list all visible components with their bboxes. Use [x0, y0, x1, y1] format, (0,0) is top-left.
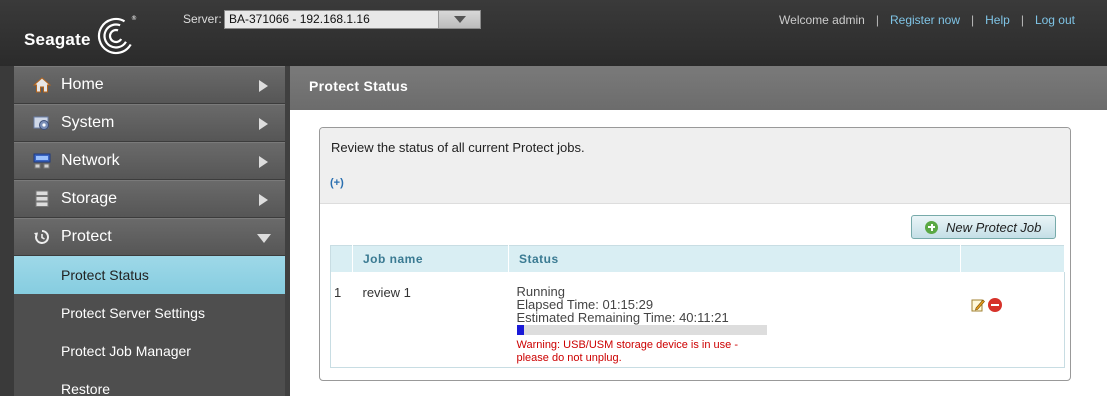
panel-description: Review the status of all current Protect… — [331, 140, 585, 155]
sidebar-subitem-protect-status[interactable]: Protect Status — [14, 256, 285, 294]
sidebar-item-protect[interactable]: Protect — [14, 218, 285, 256]
row-status-cell: Running Elapsed Time: 01:15:29 Estimated… — [509, 272, 961, 368]
sidebar-subitem-restore[interactable]: Restore — [14, 370, 285, 396]
column-header-job-name[interactable]: Job name — [352, 245, 509, 272]
remaining-time: Estimated Remaining Time: 40:11:21 — [516, 309, 729, 325]
brand-name: Seagate — [24, 30, 91, 49]
top-bar: Seagate ® Server: BA-371066 - 192.168.1.… — [0, 0, 1107, 66]
column-header-status[interactable]: Status — [508, 245, 961, 272]
sidebar-item-label: Home — [61, 76, 104, 93]
content-area: Review the status of all current Protect… — [290, 110, 1107, 396]
protect-status-panel: Review the status of all current Protect… — [319, 127, 1071, 381]
expand-link[interactable]: (+) — [330, 177, 344, 189]
sidebar-subitem-label: Restore — [61, 381, 111, 396]
storage-icon — [35, 190, 49, 207]
sidebar-subitem-label: Protect Status — [61, 267, 149, 283]
sidebar-item-home[interactable]: Home — [14, 66, 285, 104]
welcome-text: Welcome admin — [779, 13, 865, 27]
sidebar-subitem-protect-job-manager[interactable]: Protect Job Manager — [14, 332, 285, 370]
chevron-right-icon — [259, 156, 268, 168]
sidebar-item-label: Storage — [61, 190, 118, 207]
link-separator: | — [971, 13, 975, 27]
system-icon — [33, 116, 49, 130]
row-actions — [961, 285, 1065, 312]
sidebar-item-label: System — [61, 114, 115, 131]
delete-icon[interactable] — [987, 297, 1002, 312]
column-header-index — [330, 245, 353, 272]
elapsed-time: Elapsed Time: 01:15:29 — [516, 296, 654, 312]
row-job-name: review 1 — [362, 284, 411, 300]
jobs-table: Job name Status 1 review 1 Running Elaps… — [330, 245, 1065, 368]
warning-message: Warning: USB/USM storage device is in us… — [516, 338, 739, 364]
server-select-value: BA-371066 - 192.168.1.16 — [229, 12, 370, 26]
table-header-row: Job name Status — [330, 245, 1065, 272]
chevron-down-icon[interactable] — [438, 11, 480, 28]
row-index: 1 — [334, 284, 342, 300]
sidebar-subitem-label: Protect Job Manager — [61, 343, 191, 359]
status-text: Running — [516, 283, 565, 299]
sidebar-item-storage[interactable]: Storage — [14, 180, 285, 218]
link-separator: | — [1020, 13, 1024, 27]
progress-bar — [516, 324, 767, 335]
add-icon — [925, 220, 938, 234]
chevron-right-icon — [259, 118, 268, 130]
network-icon — [33, 153, 51, 169]
chevron-down-icon — [257, 234, 271, 243]
sidebar-item-network[interactable]: Network — [14, 142, 285, 180]
edit-icon[interactable] — [971, 298, 985, 312]
sidebar: Home System Network Storage Protect Prot… — [0, 66, 290, 396]
status-block: Running Elapsed Time: 01:15:29 Estimated… — [509, 285, 961, 365]
seagate-swirl-icon: ® — [97, 15, 137, 55]
sidebar-subitem-label: Protect Server Settings — [61, 305, 205, 321]
link-separator: | — [875, 13, 879, 27]
sidebar-item-label: Protect — [61, 228, 112, 245]
chevron-right-icon — [259, 194, 268, 206]
content-header: Protect Status — [290, 66, 1107, 110]
new-protect-job-label: New Protect Job — [946, 219, 1042, 235]
panel-info: Review the status of all current Protect… — [320, 128, 1070, 204]
seagate-logo[interactable]: Seagate ® — [24, 12, 137, 56]
sidebar-item-label: Network — [61, 152, 120, 169]
logout-link[interactable]: Log out — [1035, 13, 1075, 27]
sidebar-nav: Home System Network Storage Protect Prot… — [14, 66, 285, 396]
sidebar-item-system[interactable]: System — [14, 104, 285, 142]
column-header-actions — [960, 245, 1065, 272]
help-link[interactable]: Help — [985, 13, 1010, 27]
row-actions-cell — [961, 272, 1065, 368]
new-protect-job-button[interactable]: New Protect Job — [911, 215, 1056, 239]
home-icon — [33, 77, 51, 93]
server-select[interactable]: BA-371066 - 192.168.1.16 — [224, 10, 481, 29]
sidebar-strip — [0, 66, 14, 396]
protect-icon — [34, 230, 49, 244]
table-row: 1 review 1 Running Elapsed Time: 01:15:2… — [331, 272, 1065, 368]
svg-text:®: ® — [131, 15, 137, 22]
page-title: Protect Status — [309, 78, 409, 94]
sidebar-subitem-protect-server-settings[interactable]: Protect Server Settings — [14, 294, 285, 332]
user-links: Welcome admin | Register now | Help | Lo… — [779, 13, 1075, 27]
progress-bar-fill — [516, 324, 524, 335]
register-link[interactable]: Register now — [890, 13, 960, 27]
server-label: Server: — [183, 12, 222, 26]
chevron-right-icon — [259, 80, 268, 92]
